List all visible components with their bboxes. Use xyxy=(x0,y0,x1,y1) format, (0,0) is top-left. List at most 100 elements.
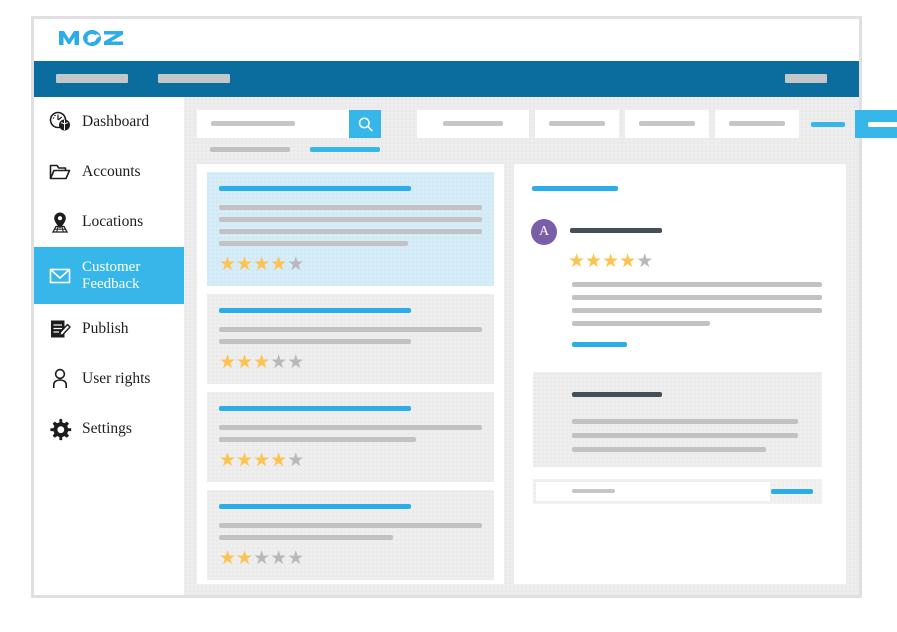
top-navigation-bar xyxy=(34,61,859,97)
sidebar-item-user-rights[interactable]: User rights xyxy=(34,354,184,404)
star-1: ★ xyxy=(219,547,237,569)
review-card-rating-stars: ★★★★★ xyxy=(219,255,482,274)
primary-action-button[interactable] xyxy=(855,110,897,138)
reply-form xyxy=(533,479,822,504)
search-button[interactable] xyxy=(349,110,381,138)
sidebar-item-dashboard[interactable]: Dashboard xyxy=(34,97,184,147)
review-card-text-line xyxy=(219,229,482,234)
sidebar-item-label: Customer Feedback xyxy=(82,259,141,292)
filter-select-3[interactable] xyxy=(625,110,709,138)
star-5: ★ xyxy=(287,351,305,373)
review-card[interactable]: ★★★★★ xyxy=(207,294,494,384)
star-2: ★ xyxy=(236,351,254,373)
toolbar-link[interactable] xyxy=(811,122,845,127)
user-icon xyxy=(47,366,73,392)
filter-select-4-value xyxy=(729,121,785,126)
review-card-title xyxy=(219,308,411,313)
filter-select-2-value xyxy=(549,121,605,126)
reply-submit-button[interactable] xyxy=(771,489,813,494)
review-card-title xyxy=(219,186,411,191)
review-card-text-line xyxy=(219,205,482,210)
review-author-name xyxy=(570,228,662,233)
envelope-icon xyxy=(47,263,73,289)
reply-body-line xyxy=(572,433,798,438)
star-5: ★ xyxy=(287,547,305,569)
review-card-rating-stars: ★★★★★ xyxy=(219,549,482,568)
screenshot-root: Dashboard Accounts Locations Customer Fe… xyxy=(0,0,897,632)
body-area: Dashboard Accounts Locations Customer Fe… xyxy=(34,97,897,595)
star-4: ★ xyxy=(619,250,637,272)
review-body-line xyxy=(572,282,822,287)
reply-link[interactable] xyxy=(572,342,627,347)
star-5: ★ xyxy=(636,250,654,272)
tab-inactive[interactable] xyxy=(210,147,290,152)
edit-doc-icon xyxy=(47,316,73,342)
sidebar-item-settings[interactable]: Settings xyxy=(34,404,184,454)
star-1: ★ xyxy=(219,449,237,471)
review-list: ★★★★★ ★★★★★ ★★★★★ ★★★★★ xyxy=(197,172,504,580)
tab-active[interactable] xyxy=(310,147,380,152)
review-body-line xyxy=(572,321,710,326)
review-body-text xyxy=(572,282,822,334)
sidebar-item-label: Locations xyxy=(82,212,144,230)
moz-logo[interactable] xyxy=(58,28,126,53)
reply-body-text xyxy=(572,419,798,461)
reply-block xyxy=(533,372,822,467)
sidebar-item-label: Dashboard xyxy=(82,112,150,130)
sidebar-item-locations[interactable]: Locations xyxy=(34,197,184,247)
reply-body-line xyxy=(572,419,798,424)
folder-icon xyxy=(47,159,73,185)
star-4: ★ xyxy=(270,351,288,373)
review-card-text-line xyxy=(219,535,393,540)
review-card-rating-stars: ★★★★★ xyxy=(219,451,482,470)
nav-item-2[interactable] xyxy=(158,74,230,83)
star-4: ★ xyxy=(270,253,288,275)
star-4: ★ xyxy=(270,449,288,471)
star-2: ★ xyxy=(236,547,254,569)
sidebar-item-publish[interactable]: Publish xyxy=(34,304,184,354)
logo-bar xyxy=(34,19,859,61)
review-card[interactable]: ★★★★★ xyxy=(207,172,494,286)
filter-select-1[interactable] xyxy=(417,110,529,138)
review-body-line xyxy=(572,308,822,313)
sidebar-item-label: User rights xyxy=(82,369,151,387)
map-pin-icon xyxy=(47,209,73,235)
star-5: ★ xyxy=(287,449,305,471)
star-3: ★ xyxy=(253,547,271,569)
sidebar-item-accounts[interactable]: Accounts xyxy=(34,147,184,197)
reply-input-placeholder xyxy=(572,489,615,493)
review-card[interactable]: ★★★★★ xyxy=(207,392,494,482)
filter-select-4[interactable] xyxy=(715,110,799,138)
star-4: ★ xyxy=(270,547,288,569)
detail-heading xyxy=(532,186,618,191)
star-1: ★ xyxy=(219,253,237,275)
sidebar: Dashboard Accounts Locations Customer Fe… xyxy=(34,97,185,595)
search-input[interactable] xyxy=(197,110,349,138)
moz-logo-icon xyxy=(59,30,123,46)
star-3: ★ xyxy=(253,351,271,373)
review-card-rating-stars: ★★★★★ xyxy=(219,353,482,372)
review-body-line xyxy=(572,295,822,300)
review-card-text-line xyxy=(219,523,482,528)
star-3: ★ xyxy=(253,253,271,275)
filter-select-3-value xyxy=(639,121,695,126)
nav-item-1[interactable] xyxy=(56,74,128,83)
filter-select-2[interactable] xyxy=(535,110,619,138)
star-3: ★ xyxy=(602,250,620,272)
account-menu[interactable] xyxy=(785,74,827,83)
star-5: ★ xyxy=(287,253,305,275)
reply-input[interactable] xyxy=(536,482,770,501)
review-card-text-line xyxy=(219,437,417,442)
primary-action-button-label xyxy=(868,122,897,127)
filter-select-1-value xyxy=(443,121,503,126)
toolbar xyxy=(197,110,897,138)
star-2: ★ xyxy=(236,449,254,471)
app-window-frame: Dashboard Accounts Locations Customer Fe… xyxy=(31,16,897,598)
review-card[interactable]: ★★★★★ xyxy=(207,490,494,580)
sidebar-item-customer-feedback[interactable]: Customer Feedback xyxy=(34,247,184,304)
sidebar-item-label: Accounts xyxy=(82,162,141,180)
avatar: A xyxy=(531,219,557,245)
sidebar-item-label: Settings xyxy=(82,419,132,437)
review-card-text-line xyxy=(219,339,411,344)
star-2: ★ xyxy=(236,253,254,275)
